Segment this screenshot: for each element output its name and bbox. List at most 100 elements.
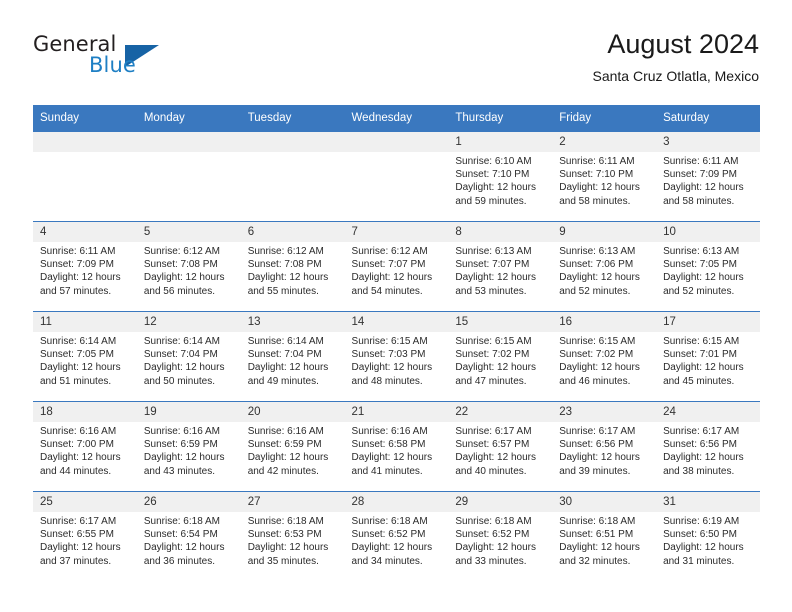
calendar-day-cell[interactable]: 4 Sunrise: 6:11 AM Sunset: 7:09 PM Daylight… (33, 221, 137, 312)
calendar-day-cell[interactable]: 29 Sunrise: 6:18 AM Sunset: 6:52 PM Dayligh… (448, 491, 553, 581)
sunrise-time: Sunrise: 6:11 AM (663, 156, 739, 167)
calendar-week-row: 25 Sunrise: 6:17 AM Sunset: 6:55 PM Dayligh… (33, 491, 760, 581)
daylight-duration-line2: and 38 minutes. (663, 465, 735, 477)
day-details: Sunrise: 6:11 AM Sunset: 7:10 PM Daylight:… (552, 152, 656, 208)
sunrise-time: Sunrise: 6:18 AM (247, 516, 324, 527)
daylight-duration-line2: and 50 minutes. (143, 375, 216, 387)
sunrise-time: Sunrise: 6:11 AM (559, 156, 635, 167)
calendar-week-row: 18 Sunrise: 6:16 AM Sunset: 7:00 PM Dayligh… (33, 401, 760, 492)
calendar-week-row: 11 Sunrise: 6:14 AM Sunset: 7:05 PM Dayligh… (33, 311, 760, 402)
daylight-duration-line1: Daylight: 12 hours (143, 542, 225, 554)
daylight-duration-line2: and 56 minutes. (143, 285, 216, 297)
day-number: 2 (552, 132, 657, 152)
day-details: Sunrise: 6:18 AM Sunset: 6:53 PM Daylight:… (241, 512, 345, 568)
calendar-day-cell[interactable]: 9 Sunrise: 6:13 AM Sunset: 7:06 PM Daylight… (552, 221, 657, 312)
day-number: 27 (240, 492, 345, 512)
day-number: 10 (656, 222, 760, 242)
calendar-day-cell[interactable]: 11 Sunrise: 6:14 AM Sunset: 7:05 PM Dayligh… (33, 311, 137, 402)
calendar-day-cell[interactable]: 21 Sunrise: 6:16 AM Sunset: 6:58 PM Dayligh… (344, 401, 449, 492)
day-details: Sunrise: 6:17 AM Sunset: 6:56 PM Daylight:… (552, 422, 656, 478)
sunset-time: Sunset: 7:02 PM (455, 349, 530, 361)
daylight-duration-line2: and 58 minutes. (663, 195, 735, 207)
calendar-day-cell[interactable]: 8 Sunrise: 6:13 AM Sunset: 7:07 PM Daylight… (448, 221, 553, 312)
day-details: Sunrise: 6:13 AM Sunset: 7:06 PM Daylight:… (552, 242, 656, 298)
sunset-time: Sunset: 6:54 PM (143, 529, 218, 541)
sunset-time: Sunset: 7:07 PM (351, 259, 426, 271)
calendar-day-cell[interactable]: 22 Sunrise: 6:17 AM Sunset: 6:57 PM Dayligh… (448, 401, 553, 492)
daylight-duration-line1: Daylight: 12 hours (143, 362, 225, 374)
calendar-day-cell[interactable]: 13 Sunrise: 6:14 AM Sunset: 7:04 PM Dayligh… (240, 311, 345, 402)
day-number: 9 (552, 222, 657, 242)
sunrise-time: Sunrise: 6:15 AM (559, 336, 636, 347)
calendar-day-cell[interactable]: 16 Sunrise: 6:15 AM Sunset: 7:02 PM Dayligh… (552, 311, 657, 402)
daylight-duration-line2: and 49 minutes. (247, 375, 319, 387)
calendar-day-cell[interactable]: 28 Sunrise: 6:18 AM Sunset: 6:52 PM Dayligh… (344, 491, 449, 581)
title-block: August 2024 Santa Cruz Otlatla, Mexico (592, 28, 759, 86)
day-details: Sunrise: 6:12 AM Sunset: 7:08 PM Daylight:… (241, 242, 345, 298)
sunset-time: Sunset: 6:59 PM (247, 439, 322, 451)
daylight-duration-line2: and 58 minutes. (559, 195, 631, 207)
calendar-day-cell[interactable]: 27 Sunrise: 6:18 AM Sunset: 6:53 PM Dayligh… (240, 491, 345, 581)
day-number: 26 (136, 492, 241, 512)
daylight-duration-line2: and 52 minutes. (559, 285, 631, 297)
daylight-duration-line2: and 43 minutes. (143, 465, 216, 477)
page-title: August 2024 (607, 29, 759, 59)
calendar-day-cell[interactable]: 20 Sunrise: 6:16 AM Sunset: 6:59 PM Dayligh… (240, 401, 345, 492)
day-details: Sunrise: 6:10 AM Sunset: 7:10 PM Daylight:… (448, 152, 552, 208)
calendar-day-cell[interactable]: 12 Sunrise: 6:14 AM Sunset: 7:04 PM Dayligh… (136, 311, 241, 402)
daylight-duration-line1: Daylight: 12 hours (351, 542, 433, 554)
sunrise-time: Sunrise: 6:14 AM (143, 336, 220, 347)
day-details: Sunrise: 6:18 AM Sunset: 6:52 PM Daylight:… (448, 512, 552, 568)
daylight-duration-line2: and 37 minutes. (40, 555, 112, 567)
day-number: 1 (448, 132, 553, 152)
calendar-day-cell[interactable]: 15 Sunrise: 6:15 AM Sunset: 7:02 PM Dayligh… (448, 311, 553, 402)
calendar-day-cell[interactable]: 3 Sunrise: 6:11 AM Sunset: 7:09 PM Daylight… (656, 132, 760, 222)
day-details: Sunrise: 6:13 AM Sunset: 7:05 PM Daylight:… (656, 242, 760, 298)
calendar-day-cell[interactable]: 14 Sunrise: 6:15 AM Sunset: 7:03 PM Dayligh… (344, 311, 449, 402)
calendar-day-cell[interactable]: 6 Sunrise: 6:12 AM Sunset: 7:08 PM Daylight… (240, 221, 345, 312)
day-number: 20 (240, 402, 345, 422)
day-number: 3 (656, 132, 760, 152)
calendar-day-cell[interactable]: 7 Sunrise: 6:12 AM Sunset: 7:07 PM Daylight… (344, 221, 449, 312)
daylight-duration-line2: and 36 minutes. (143, 555, 216, 567)
daylight-duration-line2: and 59 minutes. (455, 195, 527, 207)
sunset-time: Sunset: 6:50 PM (663, 529, 737, 541)
general-blue-logo[interactable]: General Blue (33, 32, 233, 88)
calendar-day-cell[interactable]: 2 Sunrise: 6:11 AM Sunset: 7:10 PM Daylight… (552, 132, 657, 222)
daylight-duration-line2: and 32 minutes. (559, 555, 631, 567)
day-details: Sunrise: 6:15 AM Sunset: 7:02 PM Daylight:… (552, 332, 656, 388)
sunrise-time: Sunrise: 6:12 AM (247, 246, 324, 257)
day-number: 25 (33, 492, 137, 512)
calendar-day-cell[interactable]: 31 Sunrise: 6:19 AM Sunset: 6:50 PM Dayligh… (656, 491, 760, 581)
day-number: 21 (344, 402, 449, 422)
calendar-day-cell[interactable]: 23 Sunrise: 6:17 AM Sunset: 6:56 PM Dayligh… (552, 401, 657, 492)
daylight-duration-line1: Daylight: 12 hours (40, 362, 121, 374)
day-number: 29 (448, 492, 553, 512)
day-number (33, 132, 137, 152)
calendar-grid: Sunday Monday Tuesday Wednesday Thursday… (33, 105, 760, 581)
calendar-day-cell[interactable]: 30 Sunrise: 6:18 AM Sunset: 6:51 PM Dayligh… (552, 491, 657, 581)
daylight-duration-line2: and 46 minutes. (559, 375, 631, 387)
day-number: 11 (33, 312, 137, 332)
calendar-day-cell[interactable]: 19 Sunrise: 6:16 AM Sunset: 6:59 PM Dayligh… (136, 401, 241, 492)
sunset-time: Sunset: 6:58 PM (351, 439, 426, 451)
calendar-day-cell[interactable]: 1 Sunrise: 6:10 AM Sunset: 7:10 PM Daylight… (448, 132, 553, 222)
calendar-day-cell[interactable]: 26 Sunrise: 6:18 AM Sunset: 6:54 PM Dayligh… (136, 491, 241, 581)
daylight-duration-line2: and 41 minutes. (351, 465, 423, 477)
calendar-day-cell[interactable]: 25 Sunrise: 6:17 AM Sunset: 6:55 PM Dayligh… (33, 491, 137, 581)
weekday-header-sunday: Sunday (33, 105, 137, 132)
calendar-day-cell[interactable]: 5 Sunrise: 6:12 AM Sunset: 7:08 PM Daylight… (136, 221, 241, 312)
sunrise-time: Sunrise: 6:15 AM (351, 336, 428, 347)
calendar-day-cell[interactable]: 10 Sunrise: 6:13 AM Sunset: 7:05 PM Dayligh… (656, 221, 760, 312)
day-details: Sunrise: 6:14 AM Sunset: 7:04 PM Daylight:… (137, 332, 241, 388)
daylight-duration-line1: Daylight: 12 hours (663, 182, 744, 194)
day-number: 28 (344, 492, 449, 512)
calendar-day-cell[interactable]: 18 Sunrise: 6:16 AM Sunset: 7:00 PM Dayligh… (33, 401, 137, 492)
daylight-duration-line2: and 47 minutes. (455, 375, 527, 387)
calendar-day-cell[interactable]: 17 Sunrise: 6:15 AM Sunset: 7:01 PM Dayligh… (656, 311, 760, 402)
daylight-duration-line1: Daylight: 12 hours (143, 272, 225, 284)
day-details: Sunrise: 6:12 AM Sunset: 7:08 PM Daylight:… (137, 242, 241, 298)
calendar-day-cell[interactable]: 24 Sunrise: 6:17 AM Sunset: 6:56 PM Dayligh… (656, 401, 760, 492)
day-number: 30 (552, 492, 657, 512)
calendar-header-row: Sunday Monday Tuesday Wednesday Thursday… (33, 105, 760, 132)
